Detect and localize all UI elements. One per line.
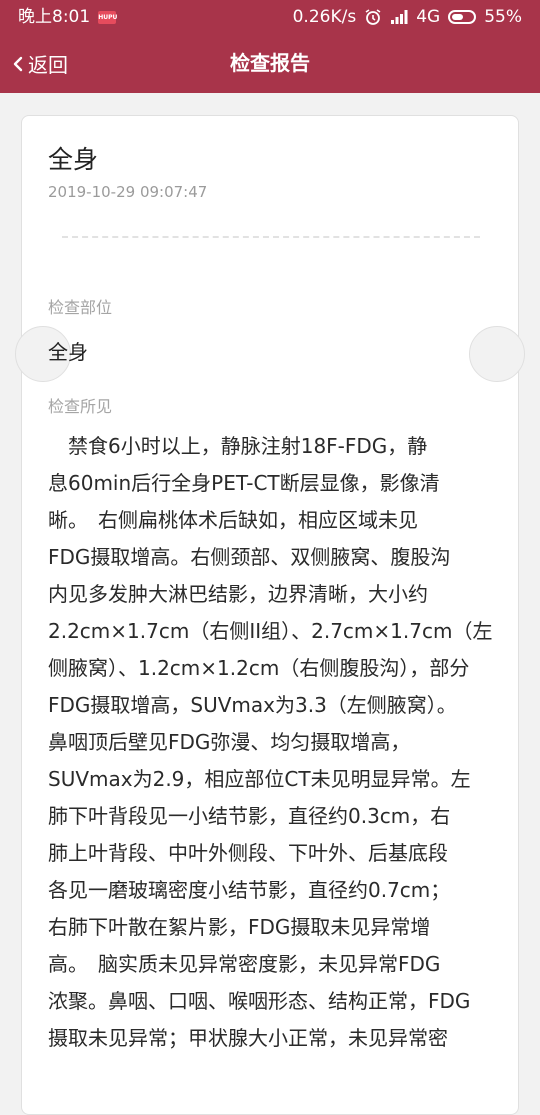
- page-title: 检查报告: [230, 51, 310, 75]
- status-right: 0.26K/s 4G 55%: [293, 0, 522, 34]
- findings-line: FDG摄取增高，SUVmax为3.3（左侧腋窝）。: [48, 693, 457, 717]
- ticket-notch-right: [469, 326, 525, 382]
- findings-line: 高。 脑实质未见异常密度影，未见异常FDG: [48, 952, 441, 976]
- findings-line: 右肺下叶散在絮片影，FDG摄取未见异常增: [48, 915, 431, 939]
- app-header: 晚上8:01 HUPU 0.26K/s 4G 55% 返回 检查报告: [0, 0, 540, 93]
- findings-line: FDG摄取增高。右侧颈部、双侧腋窝、腹股沟: [48, 545, 451, 569]
- findings-line: 侧腋窝）、1.2cm×1.2cm（右侧腹股沟），部分: [48, 656, 470, 680]
- alarm-icon: [364, 8, 382, 26]
- findings-line: 浓聚。鼻咽、口咽、喉咽形态、结构正常，FDG: [48, 989, 471, 1013]
- findings-line: 肺上叶背段、中叶外侧段、下叶外、后基底段: [48, 841, 448, 865]
- nav-bar: 返回 检查报告: [0, 34, 540, 93]
- battery-icon: [448, 10, 477, 24]
- findings-label: 检查所见: [48, 397, 113, 416]
- findings-line: 内见多发肿大淋巴结影，边界清晰，大小约: [48, 582, 428, 606]
- app-notification-icon: HUPU: [98, 10, 117, 24]
- findings-line: 2.2cm×1.7cm（右侧II组）、2.7cm×1.7cm（左: [48, 619, 493, 643]
- chevron-left-icon: [12, 55, 24, 73]
- network-speed: 0.26K/s: [292, 7, 357, 27]
- findings-line: 肺下叶背段见一小结节影，直径约0.3cm，右: [48, 804, 451, 828]
- back-label: 返回: [28, 53, 68, 77]
- report-title: 全身: [48, 145, 99, 174]
- status-bar: 晚上8:01 HUPU 0.26K/s 4G 55%: [0, 0, 540, 34]
- findings-line: 鼻咽顶后壁见FDG弥漫、均匀摄取增高，: [48, 730, 411, 754]
- exam-part-value: 全身: [48, 340, 88, 364]
- findings-text: 禁食6小时以上，静脉注射18F-FDG，静 息60min后行全身PET-CT断层…: [48, 428, 494, 1057]
- status-time: 晚上8:01: [18, 7, 91, 27]
- report-datetime: 2019-10-29 09:07:47: [48, 183, 208, 201]
- findings-line: 息60min后行全身PET-CT断层显像，影像清: [48, 471, 440, 495]
- status-left: 晚上8:01 HUPU: [18, 0, 117, 34]
- findings-line: 摄取未见异常；甲状腺大小正常，未见异常密: [48, 1026, 448, 1050]
- exam-part-label: 检查部位: [48, 298, 113, 317]
- findings-line: 各见一磨玻璃密度小结节影，直径约0.7cm；: [48, 878, 451, 902]
- battery-level: 55%: [484, 7, 522, 27]
- findings-line: 禁食6小时以上，静脉注射18F-FDG，静: [48, 434, 428, 458]
- dashed-divider: [62, 236, 480, 238]
- network-type: 4G: [416, 7, 441, 27]
- signal-icon: [390, 9, 408, 25]
- findings-line: 晰。 右侧扁桃体术后缺如，相应区域未见: [48, 508, 418, 532]
- back-button[interactable]: 返回: [12, 34, 68, 93]
- findings-line: SUVmax为2.9，相应部位CT未见明显异常。左: [48, 767, 471, 791]
